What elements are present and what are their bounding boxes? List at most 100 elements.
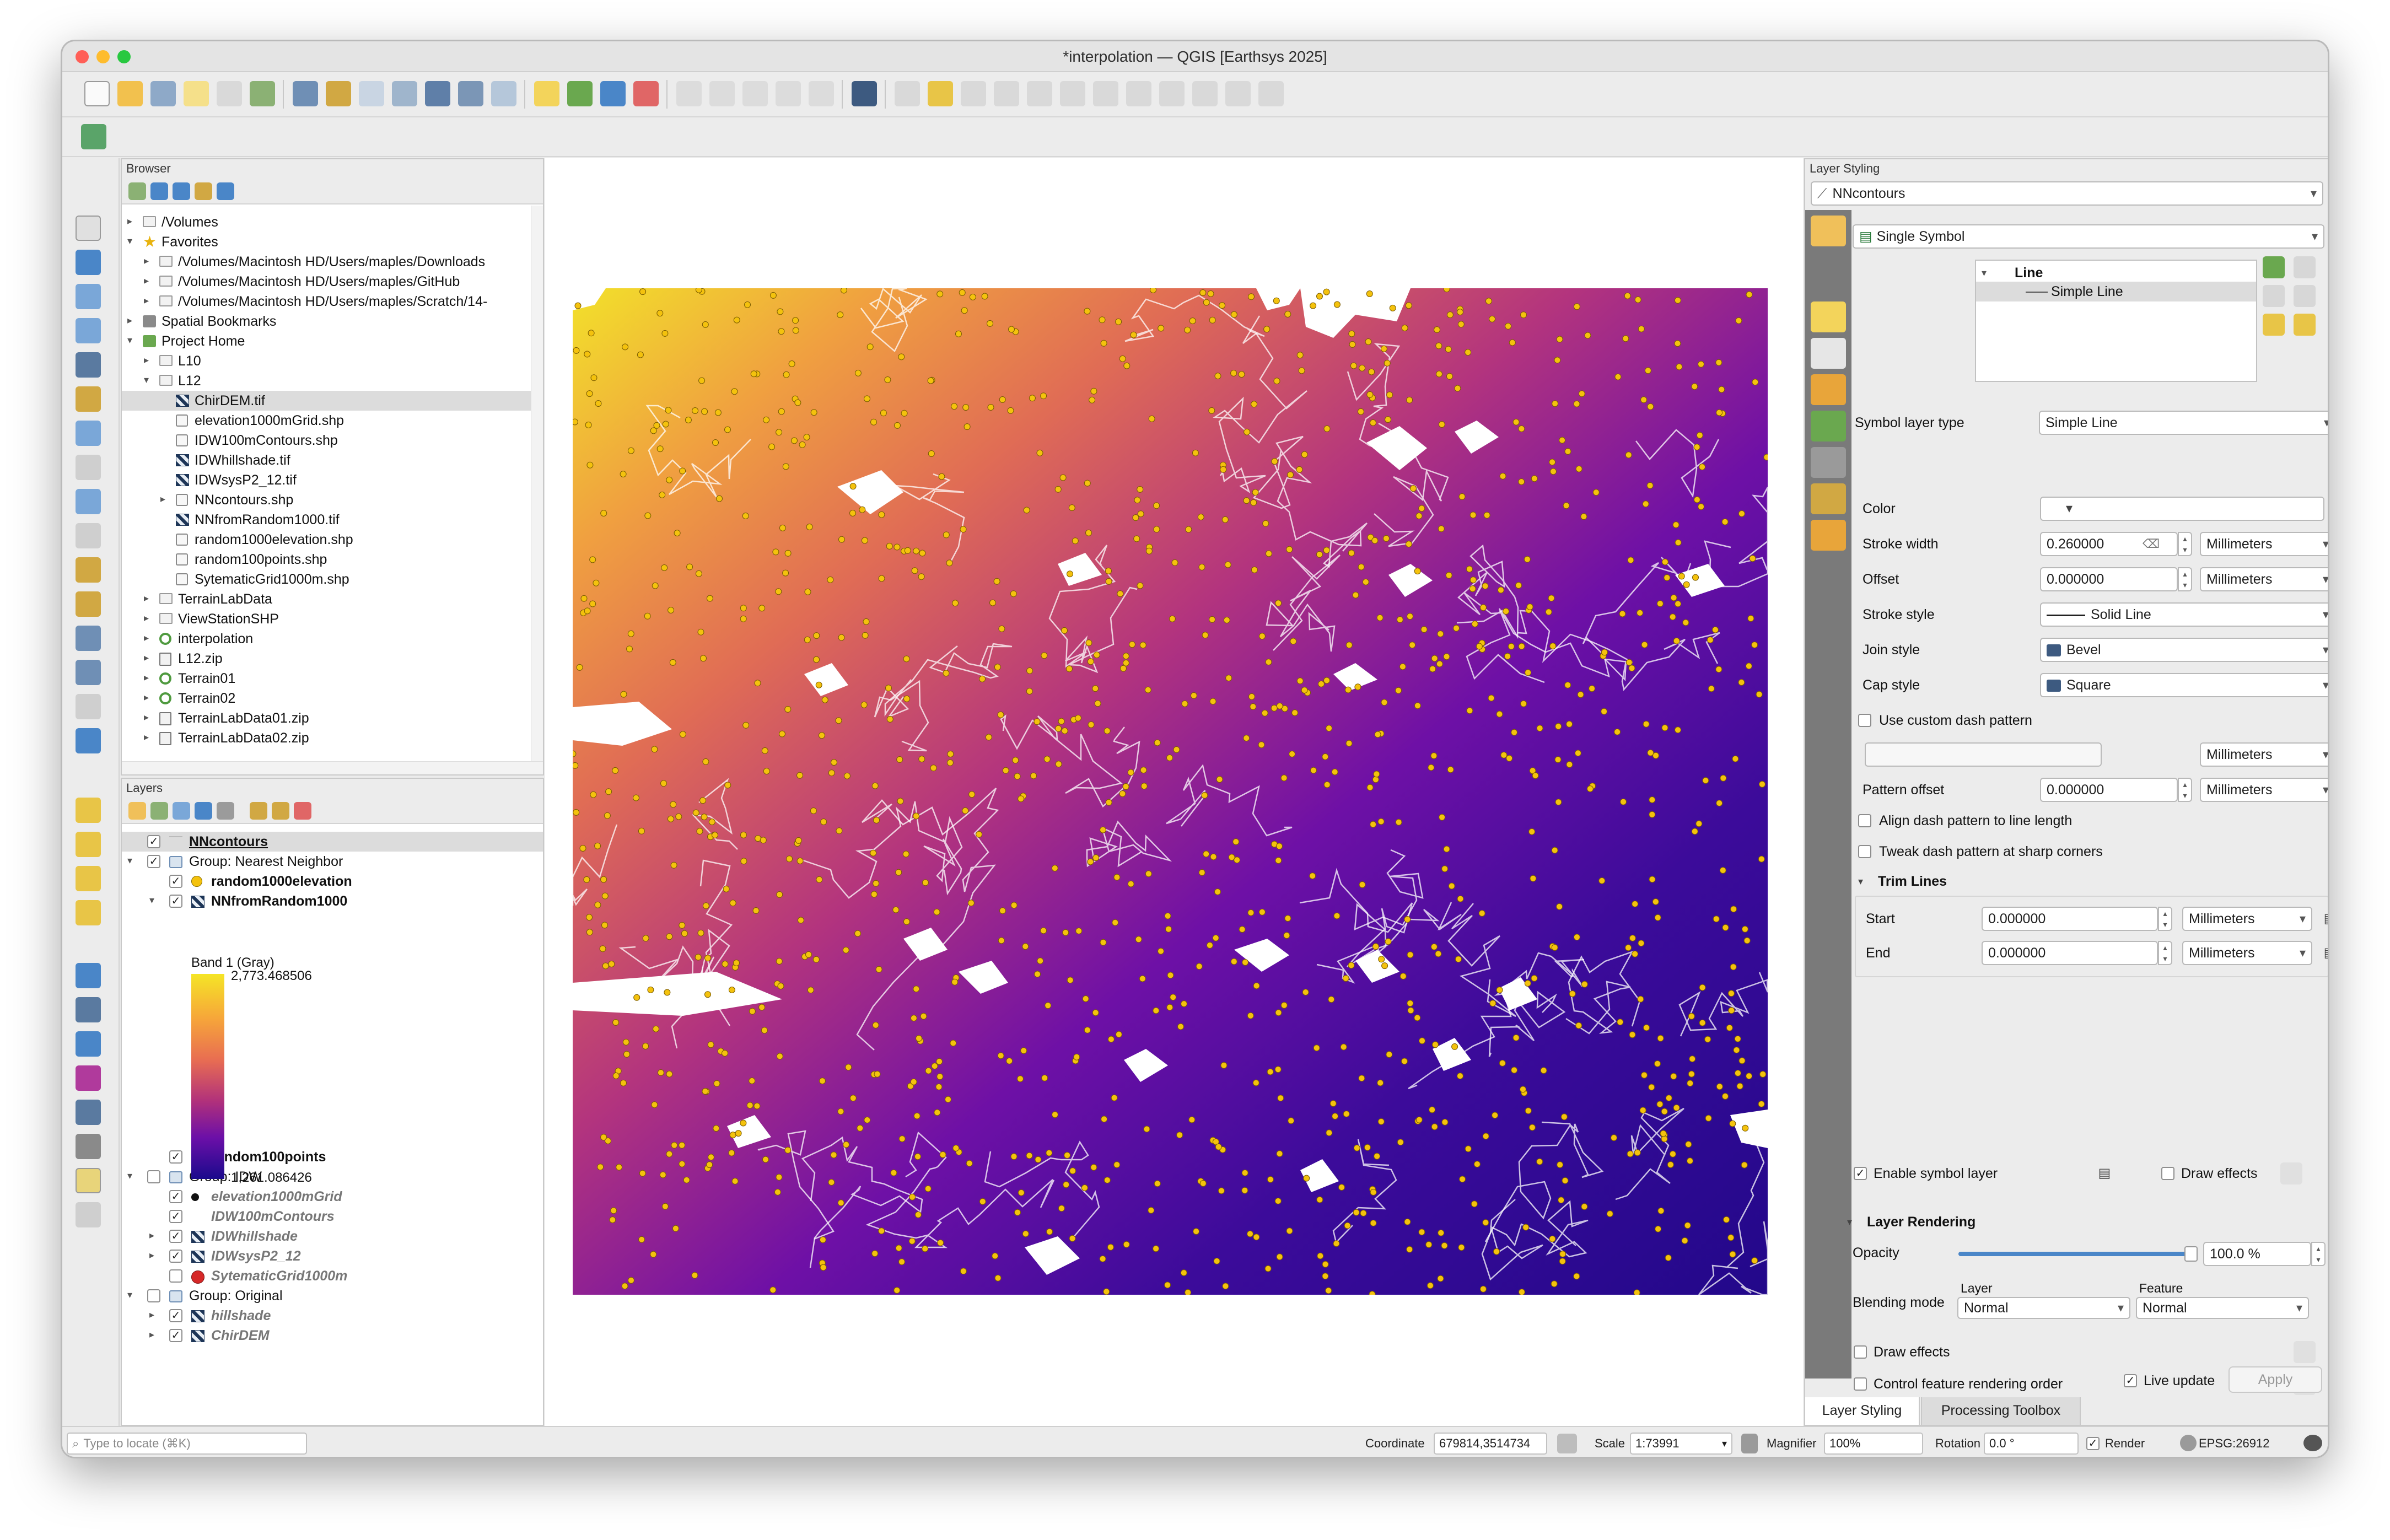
layer-visibility-checkbox[interactable]: ✓ (169, 1190, 182, 1203)
select-by-location-icon[interactable] (76, 900, 101, 925)
color-button[interactable] (2040, 497, 2324, 521)
layer-item[interactable]: IDWhillshade (211, 1226, 298, 1246)
offset-input[interactable]: 0.000000 (2040, 567, 2178, 591)
draw-effects-checkbox[interactable] (2161, 1167, 2174, 1180)
tree-expand-icon[interactable]: ▾ (1982, 263, 1987, 283)
save-as-icon[interactable] (184, 81, 209, 106)
help-icon[interactable] (852, 81, 877, 106)
dash-pattern-preview[interactable] (1865, 742, 2102, 767)
browser-item[interactable]: Terrain01 (178, 669, 235, 688)
layer-expand-icon[interactable]: ▾ (127, 1289, 132, 1301)
crs-label[interactable]: EPSG:26912 (2199, 1433, 2269, 1455)
cut-features-icon[interactable] (1126, 81, 1151, 106)
opacity-slider-track[interactable] (1958, 1252, 2190, 1256)
collapse-all-icon[interactable] (272, 802, 289, 820)
tree-arrow-icon[interactable]: ▸ (144, 672, 149, 683)
browser-item[interactable]: random1000elevation.shp (195, 530, 353, 550)
browser-item[interactable]: elevation1000mGrid.shp (195, 411, 344, 430)
manage-visibility-icon[interactable] (173, 802, 190, 820)
remove-layer-icon[interactable] (294, 802, 311, 820)
redo-icon[interactable] (1258, 81, 1284, 106)
browser-item[interactable]: NNfromRandom1000.tif (195, 510, 340, 530)
browser-vertical-scrollbar[interactable] (531, 206, 543, 762)
deselect-icon[interactable] (76, 866, 101, 891)
identify-features-icon[interactable] (76, 963, 101, 988)
layer-item[interactable]: NNcontours (189, 832, 268, 852)
undo-icon[interactable] (1225, 81, 1251, 106)
browser-item[interactable]: NNcontours.shp (195, 490, 293, 510)
add-symbol-layer-icon[interactable] (2263, 256, 2285, 278)
tree-arrow-icon[interactable]: ▸ (144, 255, 149, 267)
lock-color-icon[interactable] (2294, 314, 2316, 336)
browser-item[interactable]: Spatial Bookmarks (162, 311, 276, 331)
apply-button[interactable]: Apply (2228, 1366, 2322, 1393)
tree-arrow-icon[interactable]: ▸ (127, 315, 132, 326)
browser-item[interactable]: /Volumes (162, 212, 218, 232)
browser-item[interactable]: interpolation (178, 629, 253, 649)
show-hide-labels-icon[interactable] (633, 81, 659, 106)
end-input[interactable]: 0.000000 (1982, 941, 2158, 965)
layer-expand-icon[interactable]: ▾ (149, 895, 154, 906)
map-tips-icon[interactable] (76, 1168, 101, 1193)
end-data-defined-icon[interactable]: ▤ (2319, 941, 2328, 965)
layer-visibility-checkbox[interactable] (169, 1269, 182, 1283)
properties-info-icon[interactable] (217, 182, 234, 200)
browser-item[interactable]: /Volumes/Macintosh HD/Users/maples/Downl… (178, 252, 485, 272)
layer-item[interactable]: elevation1000mGrid (211, 1187, 342, 1207)
processing-icon[interactable] (76, 1031, 101, 1057)
layer-rendering-collapse-icon[interactable]: ▾ (1847, 1212, 1852, 1232)
layer-visibility-checkbox[interactable]: ✓ (147, 835, 160, 848)
symbol-layer-type-select[interactable]: Simple Line (2039, 411, 2328, 435)
elevation-tab-icon[interactable] (1811, 447, 1846, 478)
layer-visibility-checkbox[interactable]: ✓ (169, 1250, 182, 1263)
browser-item[interactable]: IDW100mContours.shp (195, 430, 338, 450)
save-edits-icon[interactable] (961, 81, 986, 106)
start-spinner[interactable]: ▴ ▾ (2158, 907, 2172, 931)
clear-field-icon[interactable]: ⌫ (2143, 534, 2160, 554)
new-bookmark-icon[interactable] (76, 626, 101, 651)
offset-spinner[interactable]: ▴ ▾ (2178, 567, 2192, 591)
collapse-all-icon[interactable] (195, 182, 212, 200)
rendering-tab-icon[interactable] (1811, 483, 1846, 514)
offset-unit-select[interactable]: Millimeters (2200, 567, 2328, 591)
current-edits-icon[interactable] (895, 81, 920, 106)
tree-arrow-icon[interactable]: ▸ (144, 354, 149, 366)
paste-features-icon[interactable] (1192, 81, 1218, 106)
add-mesh-icon[interactable] (458, 81, 483, 106)
refresh-icon[interactable] (76, 728, 101, 753)
cap-style-select[interactable]: Square (2040, 673, 2328, 697)
open-project-icon[interactable] (117, 81, 143, 106)
browser-item[interactable]: L12 (178, 371, 201, 391)
label-properties-icon[interactable] (776, 81, 801, 106)
opacity-input[interactable]: 100.0 % (2203, 1242, 2311, 1266)
browser-item[interactable]: L12.zip (178, 649, 223, 669)
zoom-out-icon[interactable] (76, 318, 101, 343)
color-dropdown-icon[interactable]: ▾ (2062, 497, 2076, 521)
browser-item[interactable]: Terrain02 (178, 688, 235, 708)
select-by-value-icon[interactable] (76, 832, 101, 857)
tree-arrow-icon[interactable]: ▸ (144, 275, 149, 287)
select-features-icon[interactable] (76, 798, 101, 823)
live-update-checkbox[interactable]: ✓ (2124, 1374, 2137, 1387)
layer-item[interactable]: random1000elevation (211, 871, 352, 891)
zoom-window-button[interactable] (117, 50, 131, 63)
rotate-label-icon[interactable] (709, 81, 735, 106)
pan-to-selection-icon[interactable] (76, 250, 101, 275)
add-wfs-icon[interactable] (491, 81, 516, 106)
label-icon[interactable] (534, 81, 559, 106)
tree-arrow-icon[interactable]: ▸ (144, 593, 149, 604)
move-label-icon[interactable] (676, 81, 702, 106)
measure-line-icon[interactable] (76, 1134, 101, 1159)
browser-item[interactable]: IDWhillshade.tif (195, 450, 290, 470)
draw-effects-layer-checkbox[interactable] (1854, 1345, 1867, 1359)
layer-visibility-checkbox[interactable] (147, 1289, 160, 1302)
diagrams-tab-icon[interactable] (1811, 411, 1846, 441)
add-group-icon[interactable] (150, 802, 168, 820)
tree-simple-line-node[interactable]: Simple Line (2051, 282, 2123, 301)
toggle-extents-icon[interactable] (1557, 1434, 1577, 1453)
zoom-last-icon[interactable] (76, 489, 101, 514)
dash-unit-select[interactable]: Millimeters (2200, 742, 2328, 767)
layer-expand-icon[interactable]: ▸ (149, 1329, 154, 1340)
temporal-controller-icon[interactable] (76, 694, 101, 719)
pattern-offset-spinner[interactable]: ▴ ▾ (2178, 778, 2192, 802)
